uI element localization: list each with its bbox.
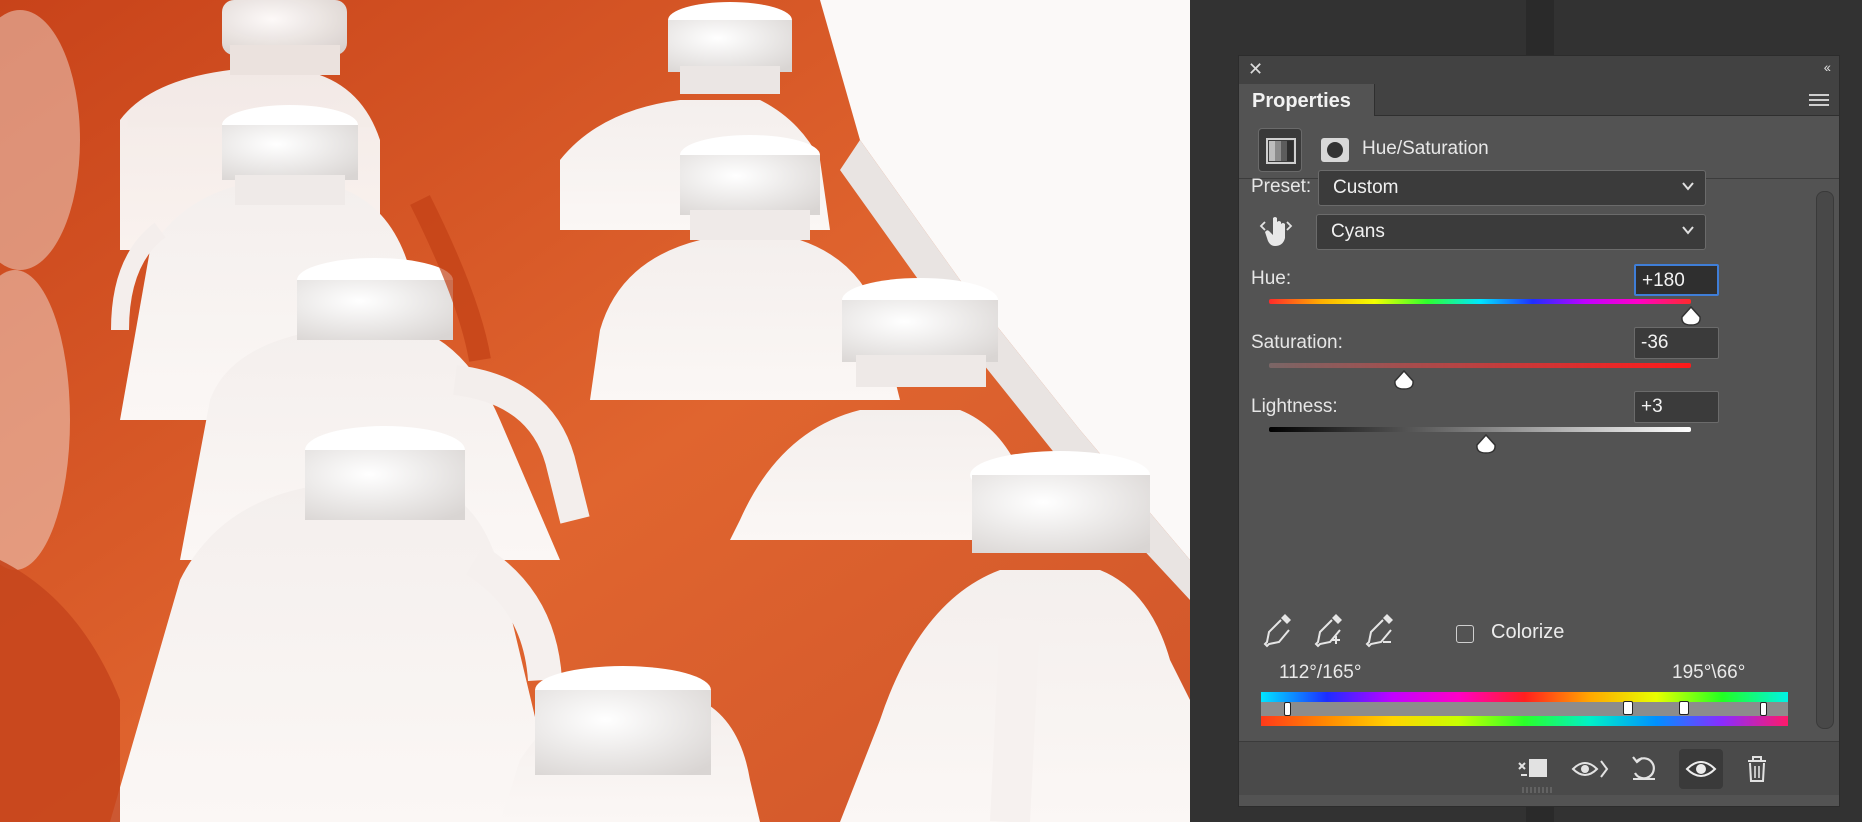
lightness-slider-track[interactable] — [1269, 427, 1691, 432]
hue-slider-thumb[interactable] — [1680, 306, 1702, 326]
range-marker-right-outer[interactable] — [1760, 702, 1767, 716]
preset-value: Custom — [1333, 177, 1399, 198]
panel-footer — [1239, 741, 1839, 795]
saturation-input[interactable]: -36 — [1634, 327, 1719, 359]
photoshop-window: ✕ ‹‹ Properties Hue/Saturation Preset: C… — [0, 0, 1862, 822]
chevron-down-icon — [1682, 226, 1694, 235]
preset-label: Preset: — [1251, 176, 1312, 197]
preset-dropdown[interactable]: Custom — [1318, 170, 1706, 206]
view-previous-state-icon[interactable] — [1569, 749, 1613, 789]
eyedropper-minus-icon[interactable] — [1363, 610, 1397, 650]
visibility-eye-icon[interactable] — [1679, 749, 1723, 789]
resize-grip-icon[interactable] — [1519, 785, 1559, 795]
range-marker-left-outer[interactable] — [1284, 702, 1291, 716]
color-range-slider[interactable] — [1261, 702, 1788, 716]
properties-panel: ✕ ‹‹ Properties Hue/Saturation Preset: C… — [1238, 55, 1840, 807]
delete-trash-icon[interactable] — [1735, 749, 1779, 789]
hue-input[interactable]: +180 — [1634, 264, 1719, 296]
document-canvas[interactable] — [0, 0, 1190, 822]
range-marker-left-inner[interactable] — [1623, 701, 1633, 715]
range-left-readout: 112°/165° — [1279, 662, 1362, 683]
range-right-readout: 195°\66° — [1672, 662, 1746, 683]
adjustment-title: Hue/Saturation — [1362, 138, 1489, 159]
tab-properties[interactable]: Properties — [1239, 84, 1375, 116]
range-marker-right-inner[interactable] — [1679, 701, 1689, 715]
panel-scrollbar[interactable] — [1816, 191, 1834, 729]
lightness-label: Lightness: — [1251, 396, 1338, 417]
saturation-slider-track[interactable] — [1269, 363, 1691, 368]
clip-to-layer-icon[interactable] — [1511, 749, 1555, 789]
lightness-slider-thumb[interactable] — [1475, 434, 1497, 454]
tab-strip: Properties — [1239, 84, 1839, 116]
color-range-bar-top — [1261, 692, 1788, 702]
layer-mask-icon[interactable] — [1313, 128, 1357, 172]
panel-title-bar[interactable]: ✕ ‹‹ — [1239, 56, 1839, 84]
color-range-value: Cyans — [1331, 221, 1385, 242]
canvas-image-bottles — [0, 0, 1190, 822]
hand-scrubby-icon[interactable] — [1259, 214, 1293, 250]
color-range-bar-bottom — [1261, 716, 1788, 726]
lightness-input[interactable]: +3 — [1634, 391, 1719, 423]
hue-label: Hue: — [1251, 268, 1292, 289]
close-icon[interactable]: ✕ — [1248, 60, 1263, 78]
eyedropper-icon[interactable] — [1261, 610, 1295, 650]
reset-icon[interactable] — [1623, 749, 1667, 789]
tab-properties-label: Properties — [1252, 90, 1351, 112]
hue-saturation-layer-icon[interactable] — [1258, 128, 1302, 172]
colorize-checkbox[interactable] — [1456, 625, 1474, 643]
saturation-slider-thumb[interactable] — [1393, 370, 1415, 390]
saturation-label: Saturation: — [1251, 332, 1343, 353]
chevron-down-icon — [1682, 182, 1694, 191]
hue-slider-track[interactable] — [1269, 299, 1691, 304]
eyedropper-plus-icon[interactable] — [1312, 610, 1346, 650]
panel-menu-icon[interactable] — [1809, 94, 1829, 108]
colorize-label: Colorize — [1491, 621, 1565, 643]
double-chevron-left-icon[interactable]: ‹‹ — [1824, 59, 1831, 75]
color-range-dropdown[interactable]: Cyans — [1316, 214, 1706, 250]
